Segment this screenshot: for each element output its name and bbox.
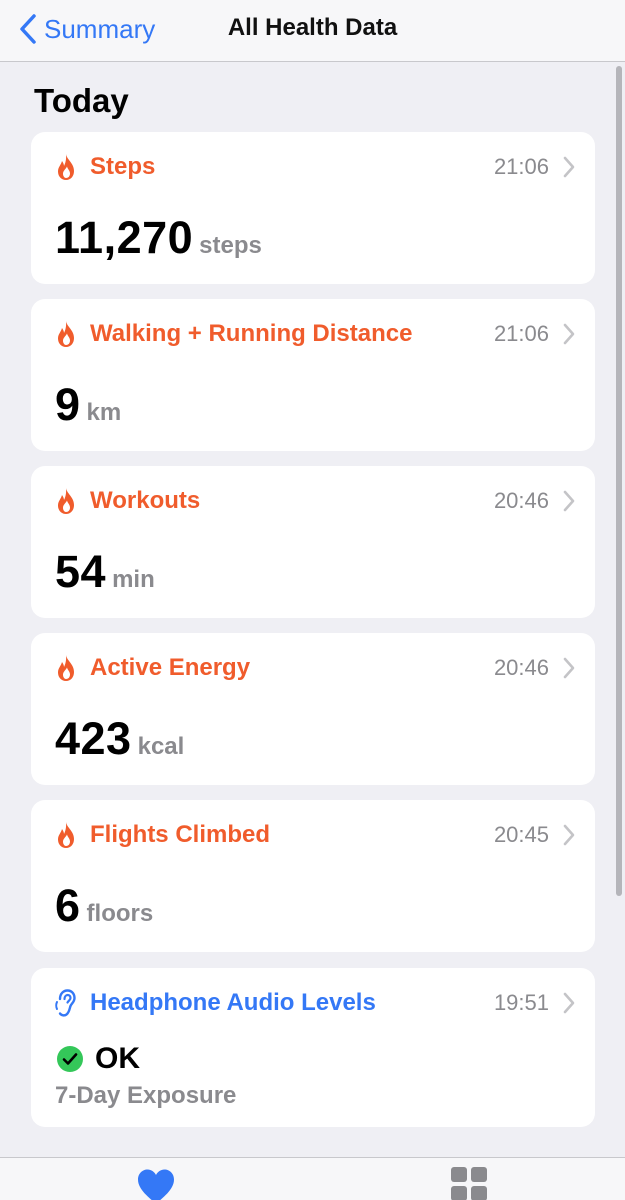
- section-title: Today: [34, 82, 129, 119]
- metric-value-row: 11,270 steps: [55, 212, 262, 264]
- chevron-right-icon: [563, 156, 575, 178]
- metric-value: 54: [55, 546, 107, 597]
- metric-card-header: Active Energy 20:46: [55, 651, 575, 685]
- metric-name: Steps: [90, 153, 156, 180]
- metric-time: 20:46: [493, 655, 549, 680]
- metric-time: 21:06: [493, 321, 549, 346]
- metric-name: Headphone Audio Levels: [90, 989, 376, 1016]
- metric-card-header: Steps 21:06: [55, 150, 575, 184]
- metric-name: Walking + Running Distance: [90, 320, 413, 347]
- status-text: OK: [95, 1042, 140, 1075]
- flame-icon: [58, 154, 74, 180]
- checkmark-icon: [57, 1046, 83, 1072]
- flame-icon: [58, 488, 74, 514]
- metric-card-header: Workouts 20:46: [55, 484, 575, 518]
- metric-card-header: Flights Climbed 20:45: [55, 818, 575, 852]
- metric-value: 11,270: [55, 212, 194, 263]
- metric-card-workouts[interactable]: Workouts 20:46 54 min: [31, 466, 595, 618]
- metric-unit: steps: [199, 232, 262, 259]
- metric-time: 20:45: [493, 822, 549, 847]
- metric-unit: floors: [86, 900, 154, 927]
- metric-card-flights-climbed[interactable]: Flights Climbed 20:45 6 floors: [31, 800, 595, 952]
- metric-time: 19:51: [493, 990, 549, 1015]
- metric-name: Flights Climbed: [90, 821, 270, 848]
- metric-name: Workouts: [90, 487, 201, 514]
- metric-time: 20:46: [493, 488, 549, 513]
- metric-name: Active Energy: [90, 654, 251, 681]
- flame-icon: [58, 822, 74, 848]
- metric-card-header: Headphone Audio Levels 19:51: [55, 986, 575, 1020]
- metric-value-row: 423 kcal: [55, 713, 184, 765]
- metric-card-header: Walking + Running Distance 21:06: [55, 317, 575, 351]
- ear-icon: [55, 989, 76, 1017]
- flame-icon: [58, 321, 74, 347]
- metric-card-steps[interactable]: Steps 21:06 11,270 steps: [31, 132, 595, 284]
- navigation-bar: Summary All Health Data: [0, 0, 625, 62]
- tab-bar: [0, 1157, 625, 1200]
- chevron-right-icon: [563, 490, 575, 512]
- metric-card-walking-running-distance[interactable]: Walking + Running Distance 21:06 9 km: [31, 299, 595, 451]
- metric-value: 9: [55, 379, 81, 430]
- scrollbar[interactable]: [616, 66, 622, 896]
- metric-value: 423: [55, 713, 132, 764]
- metric-value: 6: [55, 880, 81, 931]
- metric-unit: min: [112, 566, 155, 593]
- chevron-right-icon: [563, 657, 575, 679]
- metric-value-row: 6 floors: [55, 880, 153, 932]
- chevron-right-icon: [563, 992, 575, 1014]
- page-title: All Health Data: [227, 14, 398, 41]
- metric-value-row: 9 km: [55, 379, 121, 431]
- grid-icon[interactable]: [450, 1166, 488, 1200]
- metric-card-active-energy[interactable]: Active Energy 20:46 423 kcal: [31, 633, 595, 785]
- flame-icon: [58, 655, 74, 681]
- metric-value-row: 54 min: [55, 546, 155, 598]
- metric-unit: km: [86, 399, 122, 426]
- chevron-right-icon: [563, 323, 575, 345]
- heart-icon[interactable]: [136, 1168, 176, 1200]
- metric-card-headphone-audio-levels[interactable]: Headphone Audio Levels 19:51 OK 7-Day Ex…: [31, 968, 595, 1127]
- chevron-right-icon: [563, 824, 575, 846]
- metric-time: 21:06: [493, 154, 549, 179]
- metric-unit: kcal: [137, 733, 185, 760]
- status-subtitle: 7-Day Exposure: [55, 1082, 237, 1109]
- status-row: OK: [57, 1042, 140, 1076]
